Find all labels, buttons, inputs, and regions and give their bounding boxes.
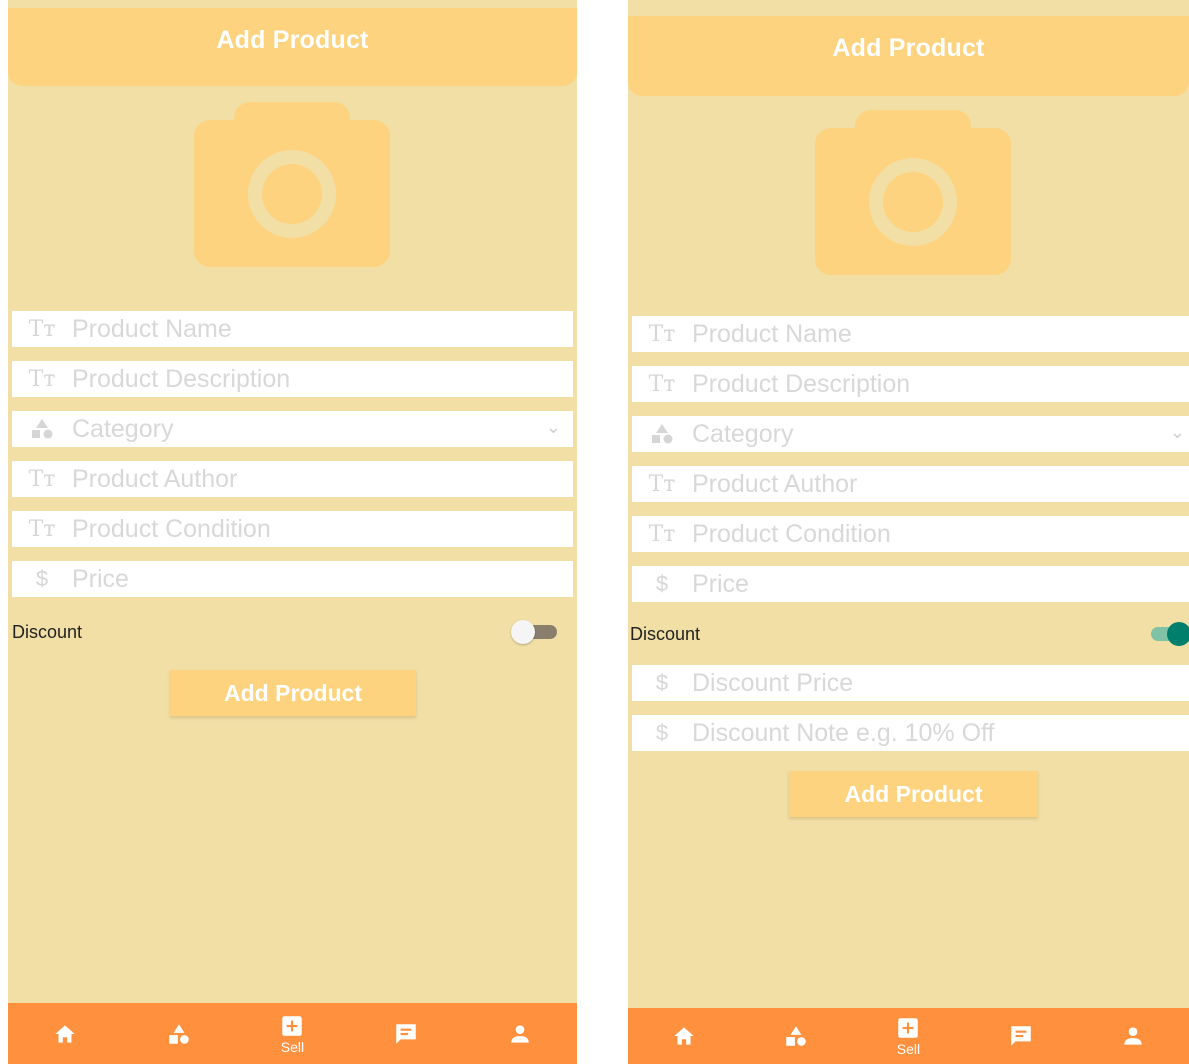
category-icon — [632, 423, 692, 445]
text-format-icon: Tт — [28, 466, 56, 492]
product-form: Tт Product Name Tт Product Description C… — [632, 316, 1189, 616]
product-description-field[interactable]: Tт Product Description — [12, 361, 573, 397]
toggle-thumb — [1167, 622, 1189, 646]
camera-icon[interactable] — [815, 110, 1011, 275]
field-placeholder: Category — [692, 419, 794, 448]
category-icon — [786, 1026, 807, 1046]
text-format-icon: Tт — [28, 516, 56, 542]
nav-messages[interactable] — [991, 1008, 1051, 1064]
nav-categories[interactable] — [149, 1003, 209, 1064]
nav-profile[interactable] — [490, 1003, 550, 1064]
nav-profile[interactable] — [1103, 1008, 1163, 1064]
price-field[interactable]: $ Price — [632, 566, 1189, 602]
text-format-icon: Tт — [28, 316, 56, 342]
add-product-screen-discount-on: Add Product Tт Product Name Tт Product D… — [628, 0, 1189, 1064]
app-header: Add Product — [628, 16, 1189, 96]
discount-label: Discount — [630, 623, 701, 644]
category-select[interactable]: Category ⌄ — [12, 411, 573, 447]
nav-label: Sell — [896, 1041, 921, 1057]
dollar-icon: $ — [655, 670, 669, 695]
discount-label: Discount — [12, 621, 83, 642]
field-placeholder: Product Name — [692, 319, 852, 348]
dollar-icon: $ — [655, 720, 669, 745]
person-icon — [1124, 1027, 1142, 1045]
discount-toggle[interactable] — [1145, 620, 1189, 648]
home-icon — [674, 1027, 694, 1045]
field-placeholder: Product Description — [692, 369, 911, 398]
text-format-icon: Tт — [648, 371, 676, 397]
price-field[interactable]: $ Price — [12, 561, 573, 597]
discount-row: Discount — [630, 620, 1189, 648]
field-placeholder: Product Name — [72, 314, 232, 343]
field-placeholder: Price — [692, 569, 749, 598]
field-placeholder: Product Condition — [692, 519, 891, 548]
page-title: Add Product — [216, 26, 369, 54]
message-icon — [396, 1023, 417, 1044]
app-header: Add Product — [8, 8, 577, 86]
add-product-button[interactable]: Add Product — [170, 670, 416, 716]
add-box-icon — [898, 1018, 919, 1038]
product-name-field[interactable]: Tт Product Name — [12, 311, 573, 347]
dollar-icon: $ — [35, 566, 49, 591]
product-author-field[interactable]: Tт Product Author — [12, 461, 573, 497]
chevron-down-icon: ⌄ — [545, 417, 561, 437]
field-placeholder: Discount Price — [692, 668, 854, 697]
product-condition-field[interactable]: Tт Product Condition — [632, 516, 1189, 552]
discount-note-field[interactable]: $ Discount Note e.g. 10% Off — [632, 715, 1189, 751]
product-name-field[interactable]: Tт Product Name — [632, 316, 1189, 352]
text-format-icon: Tт — [648, 321, 676, 347]
product-form: Tт Product Name Tт Product Description C… — [12, 311, 573, 611]
page-title: Add Product — [832, 34, 985, 62]
product-author-field[interactable]: Tт Product Author — [632, 466, 1189, 502]
field-placeholder: Product Description — [72, 364, 291, 393]
bottom-nav: Sell — [628, 1008, 1189, 1064]
nav-home[interactable] — [35, 1003, 95, 1064]
discount-toggle[interactable] — [511, 618, 557, 646]
add-product-screen-discount-off: Add Product Tт Product Name Tт Product D… — [8, 0, 577, 1064]
category-select[interactable]: Category ⌄ — [632, 416, 1189, 452]
nav-sell[interactable]: Sell — [878, 1008, 938, 1064]
product-condition-field[interactable]: Tт Product Condition — [12, 511, 573, 547]
message-icon — [1010, 1026, 1031, 1046]
category-icon — [168, 1023, 189, 1044]
field-placeholder: Price — [72, 564, 129, 593]
dollar-icon: $ — [655, 571, 669, 596]
text-format-icon: Tт — [648, 521, 676, 547]
category-icon — [12, 418, 72, 440]
nav-categories[interactable] — [766, 1008, 826, 1064]
field-placeholder: Category — [72, 414, 174, 443]
text-format-icon: Tт — [648, 471, 676, 497]
toggle-thumb — [511, 620, 535, 644]
field-placeholder: Discount Note e.g. 10% Off — [692, 718, 995, 747]
add-product-button[interactable]: Add Product — [789, 771, 1038, 817]
add-box-icon — [282, 1015, 303, 1036]
nav-label: Sell — [280, 1038, 305, 1055]
home-icon — [55, 1024, 75, 1043]
nav-messages[interactable] — [376, 1003, 436, 1064]
chevron-down-icon: ⌄ — [1169, 422, 1185, 442]
text-format-icon: Tт — [28, 366, 56, 392]
discount-row: Discount — [12, 618, 557, 646]
field-placeholder: Product Author — [72, 464, 238, 493]
nav-home[interactable] — [654, 1008, 714, 1064]
camera-icon[interactable] — [194, 102, 390, 267]
field-placeholder: Product Author — [692, 469, 858, 498]
bottom-nav: Sell — [8, 1003, 577, 1064]
discount-form: $ Discount Price $ Discount Note e.g. 10… — [632, 665, 1189, 765]
nav-sell[interactable]: Sell — [262, 1003, 322, 1064]
product-description-field[interactable]: Tт Product Description — [632, 366, 1189, 402]
discount-price-field[interactable]: $ Discount Price — [632, 665, 1189, 701]
field-placeholder: Product Condition — [72, 514, 271, 543]
person-icon — [511, 1024, 529, 1043]
